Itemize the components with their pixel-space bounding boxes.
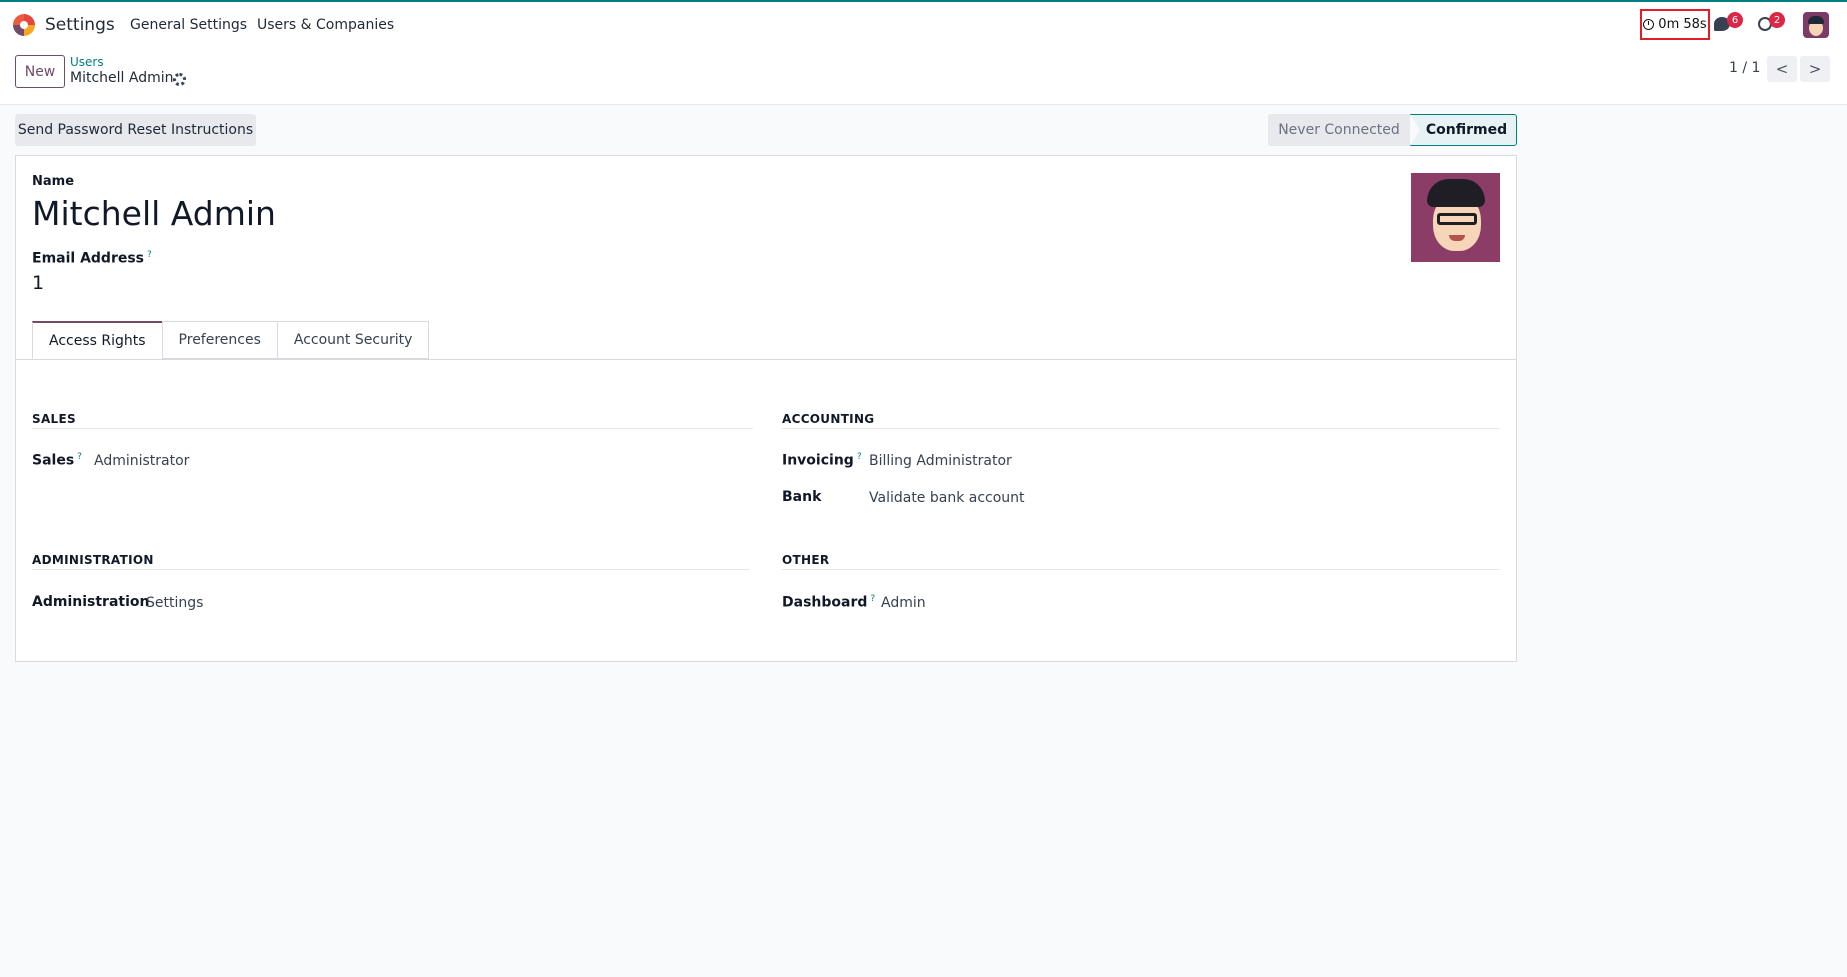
group-divider: [782, 569, 1500, 570]
help-icon[interactable]: ?: [870, 594, 875, 604]
new-button[interactable]: New: [15, 55, 65, 88]
activity-badge: 2: [1769, 12, 1785, 28]
pager-next-button[interactable]: >: [1800, 56, 1830, 82]
group-title-accounting: ACCOUNTING: [782, 412, 875, 426]
pager-previous-button[interactable]: <: [1767, 56, 1797, 82]
chevron-left-icon: <: [1775, 60, 1789, 78]
invoicing-label: Invoicing?: [782, 452, 862, 469]
tab-access-rights[interactable]: Access Rights: [32, 321, 163, 359]
status-never-connected[interactable]: Never Connected: [1268, 114, 1410, 146]
sales-label-text: Sales: [32, 452, 75, 469]
form-tabs: Access Rights Preferences Account Securi…: [32, 321, 430, 359]
help-icon[interactable]: ?: [77, 452, 82, 462]
tab-divider: [16, 359, 1516, 360]
group-divider: [32, 569, 750, 570]
name-label: Name: [32, 174, 75, 189]
timer-text: 0m 58s: [1658, 17, 1707, 32]
bank-label: Bank: [782, 489, 822, 505]
menu-general-settings[interactable]: General Settings: [130, 17, 247, 33]
tab-account-security[interactable]: Account Security: [276, 321, 430, 359]
group-title-other: OTHER: [782, 553, 830, 567]
tab-preferences[interactable]: Preferences: [161, 321, 278, 359]
dashboard-field[interactable]: Admin: [881, 595, 926, 611]
name-field[interactable]: Mitchell Admin: [32, 194, 276, 233]
app-title[interactable]: Settings: [45, 15, 115, 35]
breadcrumb-current: Mitchell Admin: [70, 70, 174, 86]
group-title-sales: SALES: [32, 412, 76, 426]
menu-users-companies[interactable]: Users & Companies: [257, 17, 394, 33]
top-navbar: Settings General Settings Users & Compan…: [0, 0, 1847, 47]
group-divider: [32, 428, 753, 429]
sales-field[interactable]: Administrator: [94, 453, 189, 469]
user-avatar[interactable]: [1803, 12, 1829, 38]
dashboard-label-text: Dashboard: [782, 594, 868, 611]
app-logo-icon[interactable]: [13, 14, 35, 36]
chevron-right-icon: >: [1808, 60, 1822, 78]
help-icon[interactable]: ?: [857, 452, 862, 462]
pager-value[interactable]: 1 / 1: [1729, 60, 1760, 76]
status-bar: Never Connected Confirmed: [1268, 114, 1517, 146]
gear-icon[interactable]: [173, 73, 186, 86]
invoicing-field[interactable]: Billing Administrator: [869, 453, 1012, 469]
invoicing-label-text: Invoicing: [782, 452, 854, 469]
email-field[interactable]: 1: [32, 272, 44, 294]
group-divider: [782, 428, 1500, 429]
dashboard-label: Dashboard?: [782, 594, 875, 611]
email-label: Email Address?: [32, 250, 152, 267]
session-timer[interactable]: 0m 58s: [1640, 9, 1710, 40]
sales-label: Sales?: [32, 452, 82, 469]
bank-field[interactable]: Validate bank account: [869, 490, 1025, 506]
user-photo[interactable]: [1411, 173, 1500, 262]
administration-field[interactable]: Settings: [146, 595, 203, 611]
form-sheet: Name Mitchell Admin Email Address? 1 Acc…: [15, 155, 1517, 662]
send-password-reset-button[interactable]: Send Password Reset Instructions: [15, 114, 256, 146]
breadcrumb-users[interactable]: Users: [70, 55, 104, 69]
email-label-text: Email Address: [32, 250, 145, 267]
control-panel: New Users Mitchell Admin 1 / 1 < >: [0, 47, 1847, 105]
group-title-administration: ADMINISTRATION: [32, 553, 154, 567]
form-statusbar: Send Password Reset Instructions Never C…: [0, 106, 1847, 154]
administration-label: Administration: [32, 594, 150, 610]
help-icon[interactable]: ?: [147, 250, 152, 260]
clock-icon: [1643, 19, 1655, 30]
status-confirmed[interactable]: Confirmed: [1410, 114, 1517, 146]
chat-badge: 6: [1727, 12, 1743, 28]
